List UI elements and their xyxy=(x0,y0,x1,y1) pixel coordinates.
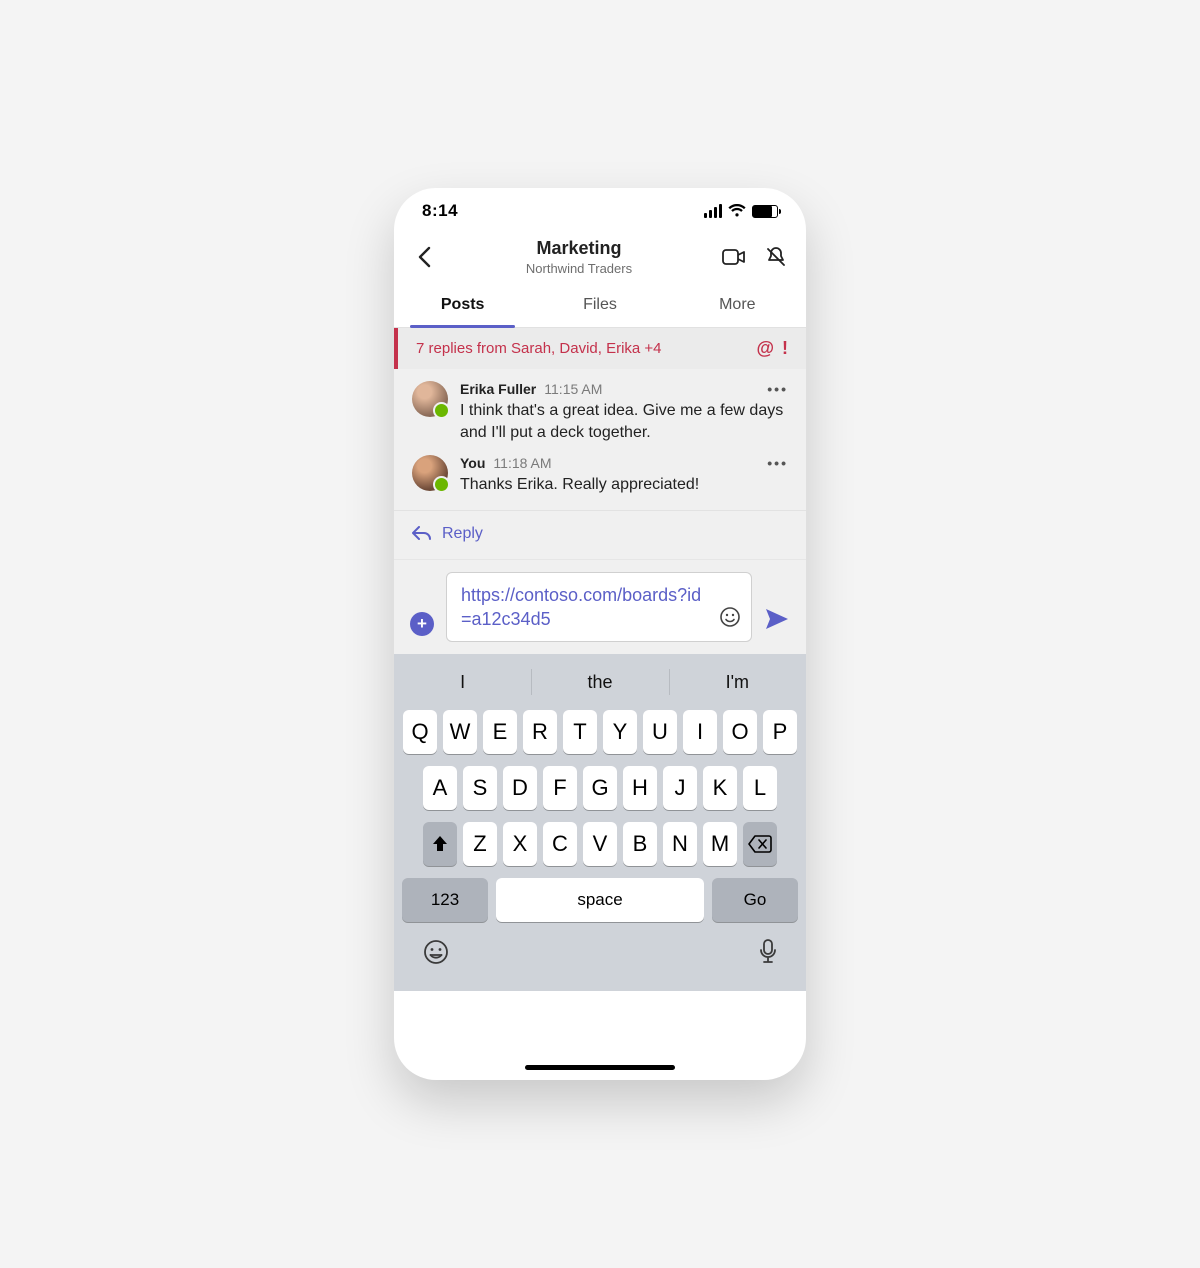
key[interactable]: F xyxy=(543,766,577,810)
keyboard-suggestions: I the I'm xyxy=(394,660,806,704)
shift-key[interactable] xyxy=(423,822,457,866)
thread-replies-summary[interactable]: 7 replies from Sarah, David, Erika +4 @ … xyxy=(394,328,806,369)
key[interactable]: L xyxy=(743,766,777,810)
message-time: 11:18 AM xyxy=(493,455,551,471)
keyboard: I the I'm Q W E R T Y U I O P A S D F G … xyxy=(394,654,806,991)
key[interactable]: I xyxy=(683,710,717,754)
backspace-icon xyxy=(748,835,772,853)
key[interactable]: O xyxy=(723,710,757,754)
key[interactable]: Y xyxy=(603,710,637,754)
message-item[interactable]: Erika Fuller 11:15 AM I think that's a g… xyxy=(394,369,806,443)
mention-icon: @ xyxy=(756,338,774,359)
tab-posts[interactable]: Posts xyxy=(394,284,531,327)
conversation-panel: 7 replies from Sarah, David, Erika +4 @ … xyxy=(394,328,806,559)
microphone-icon xyxy=(758,938,778,966)
suggestion[interactable]: the xyxy=(531,660,668,704)
message-more-button[interactable]: ••• xyxy=(767,455,788,471)
suggestion[interactable]: I xyxy=(394,660,531,704)
battery-icon xyxy=(752,205,778,218)
key[interactable]: R xyxy=(523,710,557,754)
key[interactable]: C xyxy=(543,822,577,866)
message-text: I think that's a great idea. Give me a f… xyxy=(460,400,788,443)
key[interactable]: S xyxy=(463,766,497,810)
key[interactable]: M xyxy=(703,822,737,866)
home-indicator[interactable] xyxy=(525,1065,675,1070)
channel-tabs: Posts Files More xyxy=(394,284,806,328)
key[interactable]: V xyxy=(583,822,617,866)
compose-bar: + https://contoso.com/boards?id=a12c34d5 xyxy=(394,559,806,655)
thread-summary-text: 7 replies from Sarah, David, Erika +4 xyxy=(416,340,756,357)
key[interactable]: K xyxy=(703,766,737,810)
key[interactable]: A xyxy=(423,766,457,810)
message-input-text: https://contoso.com/boards?id=a12c34d5 xyxy=(461,583,711,632)
key[interactable]: J xyxy=(663,766,697,810)
backspace-key[interactable] xyxy=(743,822,777,866)
message-time: 11:15 AM xyxy=(544,381,602,397)
back-button[interactable] xyxy=(412,245,436,269)
key[interactable]: G xyxy=(583,766,617,810)
add-attachment-button[interactable]: + xyxy=(410,612,434,636)
message-author: You xyxy=(460,455,485,471)
key[interactable]: B xyxy=(623,822,657,866)
avatar xyxy=(412,381,448,417)
tab-more[interactable]: More xyxy=(669,284,806,327)
reply-button[interactable]: Reply xyxy=(394,510,806,559)
channel-title: Marketing xyxy=(446,238,712,259)
key[interactable]: W xyxy=(443,710,477,754)
emoji-icon xyxy=(422,938,450,966)
message-item[interactable]: You 11:18 AM Thanks Erika. Really apprec… xyxy=(394,443,806,496)
cellular-icon xyxy=(704,204,722,218)
key[interactable]: E xyxy=(483,710,517,754)
message-text: Thanks Erika. Really appreciated! xyxy=(460,474,788,496)
phone-frame: 8:14 Marketing Northwind Traders Posts F… xyxy=(394,188,806,1080)
dictation-button[interactable] xyxy=(758,938,778,971)
emoji-keyboard-button[interactable] xyxy=(422,938,450,971)
important-icon: ! xyxy=(782,338,788,359)
emoji-picker-button[interactable] xyxy=(719,606,741,633)
go-key[interactable]: Go xyxy=(712,878,798,922)
key[interactable]: D xyxy=(503,766,537,810)
status-bar: 8:14 xyxy=(394,188,806,234)
key[interactable]: U xyxy=(643,710,677,754)
keyboard-row: 123 space Go xyxy=(394,872,806,932)
key[interactable]: T xyxy=(563,710,597,754)
message-input[interactable]: https://contoso.com/boards?id=a12c34d5 xyxy=(446,572,752,643)
video-call-button[interactable] xyxy=(722,245,746,269)
keyboard-row: A S D F G H J K L xyxy=(394,760,806,816)
tab-files[interactable]: Files xyxy=(531,284,668,327)
keyboard-row: Z X C V B N M xyxy=(394,816,806,872)
reply-icon xyxy=(412,526,432,542)
keyboard-row: Q W E R T Y U I O P xyxy=(394,704,806,760)
channel-header: Marketing Northwind Traders xyxy=(394,234,806,284)
key[interactable]: P xyxy=(763,710,797,754)
status-time: 8:14 xyxy=(422,201,458,221)
send-button[interactable] xyxy=(764,607,790,636)
key[interactable]: Z xyxy=(463,822,497,866)
avatar xyxy=(412,455,448,491)
numeric-key[interactable]: 123 xyxy=(402,878,488,922)
wifi-icon xyxy=(728,204,746,218)
mute-notifications-button[interactable] xyxy=(764,245,788,269)
suggestion[interactable]: I'm xyxy=(669,660,806,704)
team-name: Northwind Traders xyxy=(446,261,712,276)
message-more-button[interactable]: ••• xyxy=(767,381,788,397)
space-key[interactable]: space xyxy=(496,878,704,922)
key[interactable]: N xyxy=(663,822,697,866)
key[interactable]: X xyxy=(503,822,537,866)
key[interactable]: Q xyxy=(403,710,437,754)
reply-label: Reply xyxy=(442,525,483,543)
shift-icon xyxy=(430,834,450,854)
message-author: Erika Fuller xyxy=(460,381,536,397)
key[interactable]: H xyxy=(623,766,657,810)
